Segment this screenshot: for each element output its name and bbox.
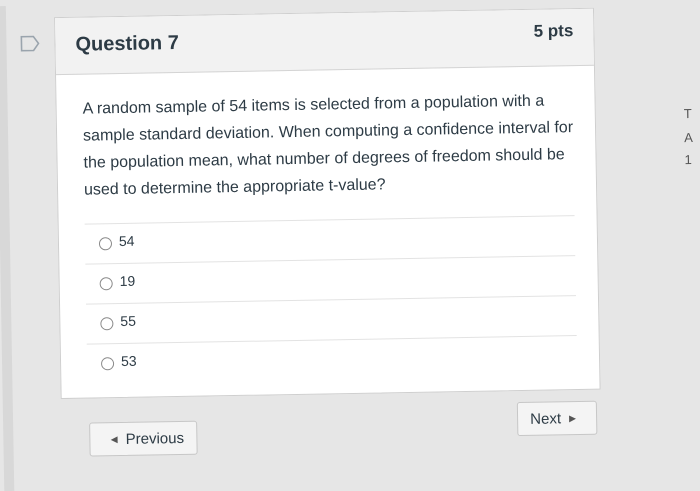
edge-text-2: A [684, 130, 694, 146]
edge-text-1: T [683, 106, 692, 122]
question-points: 5 pts [533, 21, 574, 41]
answer-label: 53 [120, 352, 137, 370]
chevron-right-icon: ▶ [568, 412, 577, 423]
answer-label: 54 [118, 232, 135, 250]
next-button[interactable]: Next ▶ [516, 400, 598, 437]
question-card: Question 7 5 pts A random sample of 54 i… [54, 7, 601, 400]
next-label: Next [530, 409, 562, 428]
previous-label: Previous [125, 429, 185, 448]
radio-button[interactable] [100, 317, 114, 331]
answer-label: 19 [119, 272, 136, 290]
radio-button[interactable] [100, 357, 115, 371]
question-header: Question 7 5 pts [55, 8, 594, 76]
edge-text-3: 1 [684, 152, 692, 168]
previous-button[interactable]: ◀ Previous [89, 420, 198, 457]
left-edge-bar [0, 5, 15, 491]
answer-label: 55 [120, 312, 137, 330]
question-title: Question 7 [75, 31, 180, 56]
answer-option[interactable]: 53 [86, 335, 578, 384]
radio-button[interactable] [99, 277, 113, 291]
radio-button[interactable] [98, 237, 113, 251]
question-text: A random sample of 54 items is selected … [82, 92, 574, 199]
quiz-page: Question 7 5 pts A random sample of 54 i… [0, 0, 700, 491]
flag-question-icon[interactable] [20, 35, 40, 52]
chevron-left-icon: ◀ [110, 433, 118, 444]
answer-list: 54 19 55 53 [84, 215, 578, 384]
